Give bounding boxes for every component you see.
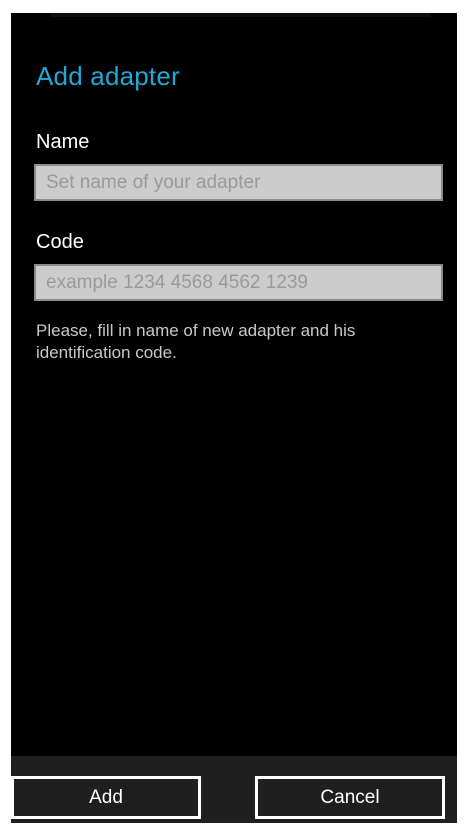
cancel-button[interactable]: Cancel: [255, 776, 445, 819]
app-bar: Add Cancel: [11, 756, 457, 823]
status-bar: [51, 13, 431, 17]
page-title: Add adapter: [36, 61, 180, 91]
code-input[interactable]: [34, 264, 443, 301]
app-screen: Add adapter Name Code Please, fill in na…: [11, 13, 457, 823]
device-frame: Add adapter Name Code Please, fill in na…: [0, 0, 469, 832]
name-label: Name: [36, 131, 90, 153]
hint-text: Please, fill in name of new adapter and …: [36, 321, 356, 362]
code-label: Code: [36, 231, 84, 253]
name-input[interactable]: [34, 164, 443, 201]
add-button[interactable]: Add: [11, 776, 201, 819]
